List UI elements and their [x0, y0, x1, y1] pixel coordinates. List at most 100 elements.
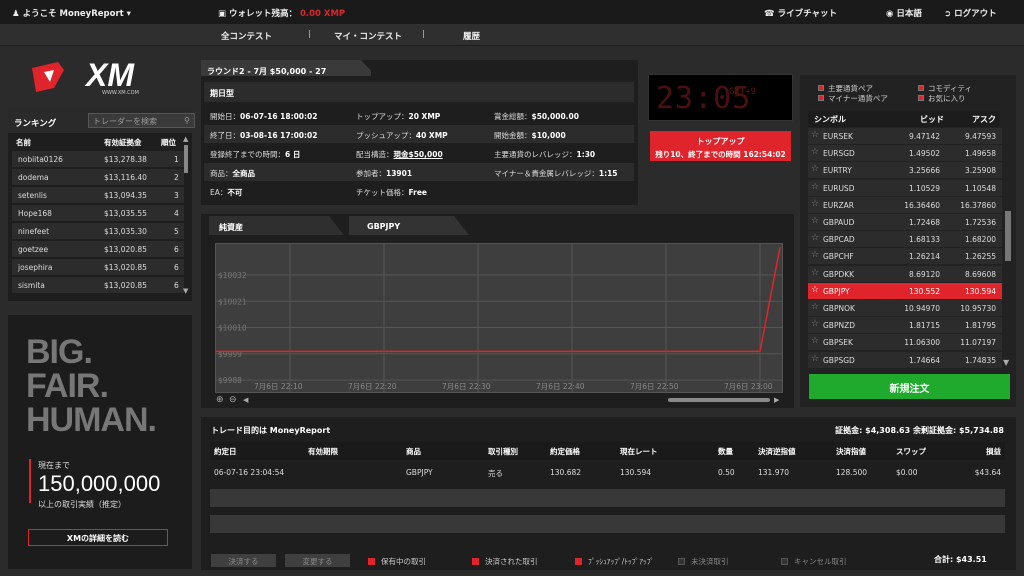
zoom-in-icon[interactable]: ⊕ [216, 395, 224, 405]
filter-open-trades[interactable]: 保有中の取引 [368, 556, 426, 567]
symbol-row[interactable]: ☆ EURSGD 1.49502 1.49658 [808, 145, 1002, 162]
info-value: Free [408, 188, 428, 197]
topup-button[interactable]: トップアップ 残り10、終了までの時間 162:54:02 [650, 131, 791, 161]
scroll-down-icon[interactable]: ▼ [183, 287, 188, 295]
symbol-row[interactable]: ☆ EURUSD 1.10529 1.10548 [808, 179, 1002, 196]
star-icon[interactable]: ☆ [811, 336, 819, 346]
trade-col-header[interactable]: 決済逆指値 [758, 446, 796, 457]
logout-label: ログアウト [954, 9, 997, 19]
trade-cell: $0.00 [896, 468, 918, 477]
payout-link[interactable]: 現金$50,000 [394, 150, 443, 159]
trade-col-header[interactable]: 損益 [986, 446, 1001, 457]
ranking-row[interactable]: Hope168 $13,035.55 4 [12, 205, 184, 221]
symbol-row[interactable]: ☆ GBPSGD 1.74664 1.74835 [808, 351, 1002, 368]
logo-url: WWW.XM.COM [102, 90, 139, 96]
xm-details-button[interactable]: XMの詳細を読む [28, 529, 168, 546]
ranking-row[interactable]: setenlis $13,094.35 3 [12, 187, 184, 203]
clock-timezone: GMT+9 [729, 87, 757, 97]
trade-col-header[interactable]: 数量 [718, 446, 733, 457]
filter-push-topup[interactable]: ﾌﾟｯｼｭｱｯﾌﾟ/ﾄｯﾌﾟｱｯﾌﾟ [575, 556, 654, 567]
tab-my-contests[interactable]: マイ・コンテスト [334, 30, 402, 42]
scroll-down-icon[interactable]: ▼ [1003, 358, 1009, 367]
trade-col-header[interactable]: 決済指値 [836, 446, 866, 457]
star-icon[interactable]: ☆ [811, 130, 819, 140]
live-chat-link[interactable]: ☎ ライブチャット [764, 7, 837, 19]
language-selector[interactable]: ◉ 日本語 [886, 7, 922, 19]
scroll-left-icon[interactable]: ◀ [243, 396, 248, 404]
xm-logo[interactable]: XM WWW.XM.COM [28, 58, 156, 100]
symbol-row[interactable]: ☆ EURZAR 16.36460 16.37860 [808, 196, 1002, 213]
trade-col-header[interactable]: 商品 [406, 446, 421, 457]
equity-chart[interactable]: $10032 $10021 $10010 $9999 $9988 7月6日 22:10 7月… [215, 243, 783, 393]
filter-minor[interactable]: マイナー通貨ペア [818, 93, 888, 104]
account-menu[interactable]: ♟ ようこそ MoneyReport ▾ [12, 7, 131, 19]
filter-pending[interactable]: 未決済取引 [678, 556, 729, 567]
logout-link[interactable]: ➲ ログアウト [944, 7, 997, 19]
symbol-row[interactable]: ☆ EURSEK 9.47142 9.47593 [808, 128, 1002, 144]
star-icon[interactable]: ☆ [811, 182, 819, 192]
star-icon[interactable]: ☆ [811, 354, 819, 364]
star-icon[interactable]: ☆ [811, 147, 819, 157]
tab-all-contests[interactable]: 全コンテスト [221, 30, 272, 42]
symbol-row[interactable]: ☆ GBPNZD 1.81715 1.81795 [808, 317, 1002, 334]
trader-name: setenlis [18, 191, 47, 200]
trade-col-header[interactable]: 有効期限 [308, 446, 338, 457]
equity-series-line [216, 247, 781, 353]
symbol-row[interactable]: ☆ GBPNOK 10.94970 10.95730 [808, 300, 1002, 316]
ranking-row[interactable]: nobiita0126 $13,278.38 1 [12, 151, 184, 167]
filter-closed-trades[interactable]: 決済された取引 [472, 556, 538, 567]
symbol-row[interactable]: ☆ GBPAUD 1.72468 1.72536 [808, 214, 1002, 230]
checkbox-icon [368, 558, 375, 565]
trade-col-header[interactable]: 取引種別 [488, 446, 518, 457]
symbol-row[interactable]: ☆ EURTRY 3.25666 3.25908 [808, 162, 1002, 179]
star-icon[interactable]: ☆ [811, 216, 819, 226]
modify-trade-button[interactable]: 変更する [285, 554, 350, 567]
filter-favorite[interactable]: お気に入り [918, 93, 966, 104]
trade-col-header[interactable]: 現在レート [620, 446, 658, 457]
star-icon[interactable]: ☆ [811, 302, 819, 312]
info-key: 開始日： [210, 112, 240, 121]
scroll-up-icon[interactable]: ▲ [183, 135, 188, 143]
trade-col-header[interactable]: スワップ [896, 446, 926, 457]
star-icon[interactable]: ☆ [811, 268, 819, 278]
search-icon[interactable]: ⚲ [184, 116, 190, 125]
trade-title: トレード目的は MoneyReport [211, 426, 331, 435]
symbol-ask: 10.95730 [960, 304, 996, 313]
star-icon[interactable]: ☆ [811, 233, 819, 243]
symbol-scrollbar[interactable] [1005, 211, 1011, 261]
ranking-row[interactable]: josephira $13,020.85 6 [12, 259, 184, 275]
wallet-label: ウォレット残高： [229, 9, 298, 19]
round-info-cell: EA：不可 [210, 187, 242, 198]
symbol-name: EURSGD [823, 149, 855, 159]
symbol-row[interactable]: ☆ GBPDKK 8.69120 8.69608 [808, 265, 1002, 282]
trader-search-input[interactable]: トレーダーを検索 ⚲ [88, 113, 195, 128]
ranking-scrollbar[interactable]: ▲ ▼ [183, 135, 189, 297]
close-trade-button[interactable]: 決済する [211, 554, 276, 567]
table-row[interactable]: 06-07-16 23:04:54 GBPJPY 売る 130.682 130.594 0… [210, 464, 1005, 482]
trade-col-header[interactable]: 約定日 [214, 446, 237, 457]
star-icon[interactable]: ☆ [811, 199, 819, 209]
chart-scrollbar[interactable] [668, 398, 770, 402]
filter-cancel-label: キャンセル取引 [794, 557, 847, 566]
scroll-right-icon[interactable]: ▶ [774, 396, 779, 404]
star-icon[interactable]: ☆ [811, 319, 819, 329]
symbol-row[interactable]: ☆ GBPCHF 1.26214 1.26255 [808, 248, 1002, 265]
new-order-button[interactable]: 新規注文 [809, 374, 1010, 399]
tab-history[interactable]: 履歴 [463, 30, 480, 42]
star-icon[interactable]: ☆ [811, 285, 819, 295]
star-icon[interactable]: ☆ [811, 164, 819, 174]
star-icon[interactable]: ☆ [811, 250, 819, 260]
ranking-row[interactable]: ninefeet $13,035.30 5 [12, 223, 184, 239]
symbol-bid: 1.74664 [908, 355, 940, 365]
trade-col-header[interactable]: 約定価格 [550, 446, 580, 457]
ranking-row[interactable]: dodema $13,116.40 2 [12, 169, 184, 185]
symbol-row[interactable]: ☆ GBPCAD 1.68133 1.68200 [808, 231, 1002, 248]
zoom-out-icon[interactable]: ⊖ [229, 395, 237, 405]
symbol-row[interactable]: ☆ GBPSEK 11.06300 11.07197 [808, 334, 1002, 351]
ranking-row[interactable]: goetzee $13,020.85 6 [12, 241, 184, 257]
ranking-row[interactable]: sismita $13,020.85 6 [12, 277, 184, 293]
trader-name: dodema [18, 173, 49, 182]
filter-cancelled[interactable]: キャンセル取引 [781, 556, 847, 567]
symbol-row[interactable]: ☆ GBPJPY 130.552 130.594 [808, 282, 1002, 299]
round-period-row: 期日型 [204, 82, 634, 102]
